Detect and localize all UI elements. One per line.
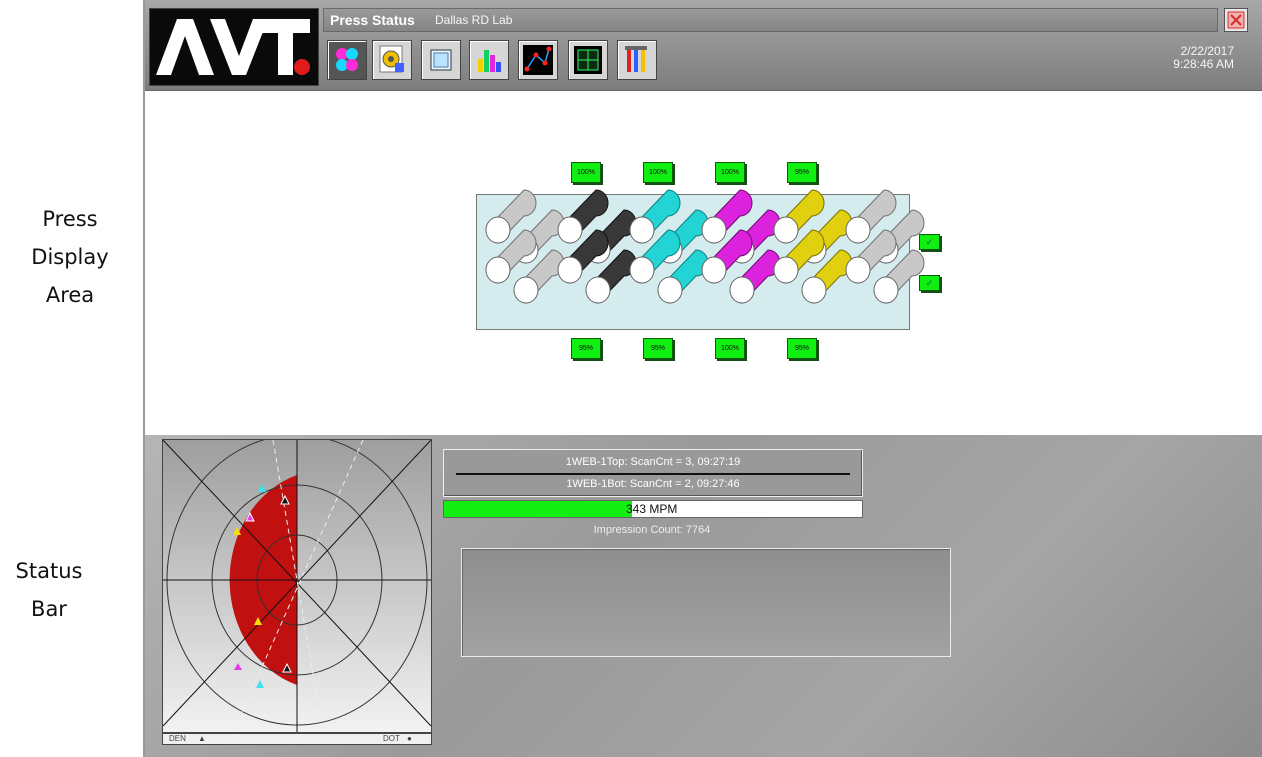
ink-percent-badge[interactable]: 100% <box>643 162 673 183</box>
press-status-icon <box>336 48 358 71</box>
press-display-area: 100% 100% 100% 95% 95% 95% 100% 95% ✓ ✓ <box>145 90 1262 435</box>
frame-view-button[interactable] <box>568 40 608 80</box>
press-unit <box>701 189 781 305</box>
status-bar: DEN ▲ DOT ● 1WEB-1Top: ScanCnt = 3, 09:2… <box>145 434 1262 757</box>
ink-percent-badge[interactable]: 100% <box>571 162 601 183</box>
time-label: 9:28:46 AM <box>1173 57 1234 71</box>
ink-percent-badge[interactable]: 100% <box>715 162 745 183</box>
location-label: Dallas RD Lab <box>435 13 513 27</box>
close-icon <box>1227 11 1245 29</box>
den-marker-icon: ▲ <box>198 734 206 743</box>
press-unit <box>773 189 853 305</box>
close-button[interactable] <box>1224 8 1248 32</box>
check-icon: ✓ <box>919 234 940 250</box>
bar-chart-button[interactable] <box>469 40 509 80</box>
scatter-plot-button[interactable] <box>518 40 558 80</box>
scan-info-panel: 1WEB-1Top: ScanCnt = 3, 09:27:19 1WEB-1B… <box>443 449 863 497</box>
annotation-line: Bar <box>31 597 67 621</box>
annotation-line: Status <box>15 559 83 583</box>
annotation-line: Area <box>45 283 95 307</box>
ink-percent-badge[interactable]: 100% <box>715 338 745 359</box>
press-unit <box>485 189 565 305</box>
scan-top-label: 1WEB-1Top: ScanCnt = 3, 09:27:19 <box>565 456 741 468</box>
title-bar: Press Status Dallas RD Lab <box>323 8 1218 32</box>
settings-button[interactable] <box>372 40 412 80</box>
datetime: 2/22/2017 9:28:46 AM <box>1173 45 1234 71</box>
radar-chart <box>162 434 432 733</box>
header: Press Status Dallas RD Lab 2/22/2017 9:2… <box>145 0 1262 91</box>
radar-footer: DEN ▲ DOT ● <box>162 733 432 745</box>
page-title: Press Status <box>330 12 415 28</box>
window-button[interactable] <box>421 40 461 80</box>
marker-icon <box>234 663 242 670</box>
check-icon: ✓ <box>919 275 940 291</box>
scan-divider <box>456 473 850 475</box>
dot-marker-icon: ● <box>407 734 412 743</box>
press-unit <box>557 189 637 305</box>
settings-gear-icon <box>379 45 404 73</box>
press-rollers <box>485 189 925 305</box>
speed-progress-bar: 343 MPM <box>443 500 863 518</box>
annotation-line: Display <box>31 245 109 269</box>
tools-button[interactable] <box>617 40 657 80</box>
marker-icon <box>258 484 266 492</box>
avt-logo-icon <box>156 19 310 75</box>
scatter-plot-icon <box>523 45 553 75</box>
frame-view-icon <box>574 46 602 74</box>
window-icon <box>430 49 452 71</box>
press-status-button[interactable] <box>327 40 367 80</box>
ink-percent-badge[interactable]: 95% <box>787 338 817 359</box>
status-bar-annotation: Status Bar <box>6 552 92 628</box>
press-status-app: Press Status Dallas RD Lab 2/22/2017 9:2… <box>143 0 1262 757</box>
press-unit <box>629 189 709 305</box>
impression-count: Impression Count: 7764 <box>593 524 711 536</box>
bar-chart-icon <box>478 50 501 72</box>
press-display-area-annotation: Press Display Area <box>22 200 118 314</box>
avt-logo <box>149 8 319 86</box>
dot-label: DOT <box>383 734 400 743</box>
ink-percent-badge[interactable]: 95% <box>787 162 817 183</box>
registration-radar <box>162 434 432 733</box>
tools-icon <box>625 46 647 72</box>
message-panel <box>461 548 951 657</box>
press-unit <box>845 189 925 305</box>
annotation-line: Press <box>42 207 98 231</box>
ink-percent-badge[interactable]: 95% <box>643 338 673 359</box>
ink-percent-badge[interactable]: 95% <box>571 338 601 359</box>
marker-icon <box>256 680 264 688</box>
scan-bottom-label: 1WEB-1Bot: ScanCnt = 2, 09:27:46 <box>566 478 740 490</box>
speed-progress-fill <box>444 501 633 517</box>
speed-label: 343 MPM <box>626 502 678 516</box>
den-label: DEN <box>169 734 186 743</box>
